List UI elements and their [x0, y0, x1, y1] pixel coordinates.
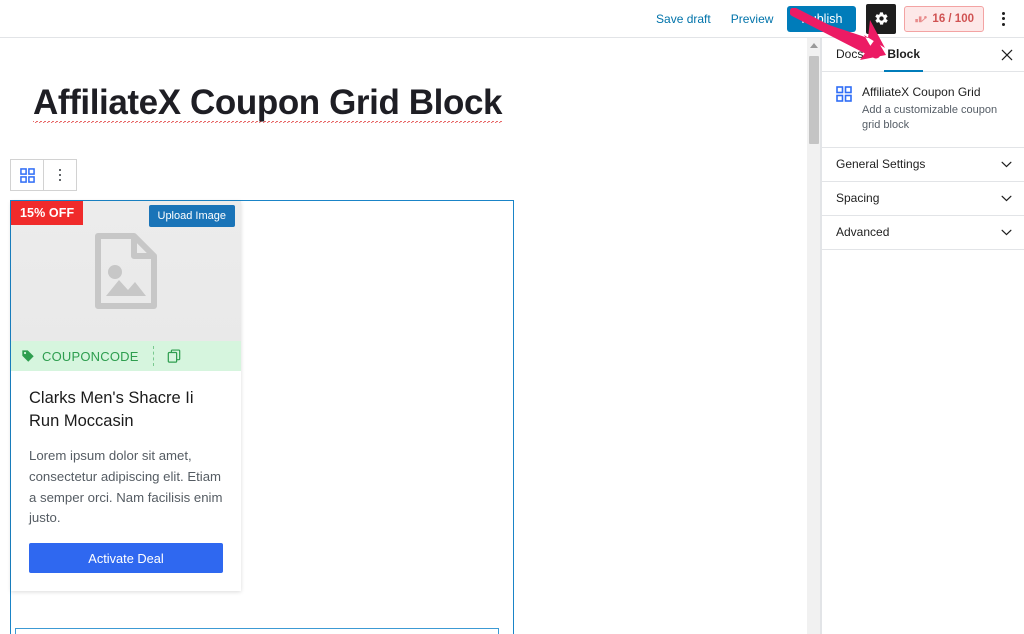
- dot: [58, 168, 62, 172]
- close-icon: [1001, 49, 1013, 61]
- dot: [1001, 11, 1005, 15]
- coupon-card[interactable]: 15% OFF Upload Image COUPONCODE Clarks M…: [11, 201, 241, 591]
- seo-meter-icon: [915, 15, 928, 22]
- tag-icon: [22, 350, 34, 362]
- coupon-card-description[interactable]: Lorem ipsum dolor sit amet, consectetur …: [29, 446, 223, 529]
- discount-badge: 15% OFF: [11, 201, 84, 225]
- coupon-divider: [152, 346, 154, 366]
- block-info-title: AffiliateX Coupon Grid: [862, 85, 981, 99]
- editor-canvas: AffiliateX Coupon Grid Block 15% OFF Upl…: [0, 38, 806, 634]
- chevron-down-icon: [1001, 229, 1012, 236]
- coupon-code-text: COUPONCODE: [42, 348, 139, 364]
- settings-sidebar: Docs Block AffiliateX Coupon Grid Add a …: [821, 38, 1024, 634]
- block-appender[interactable]: [15, 628, 499, 634]
- coupon-card-body: Clarks Men's Shacre Ii Run Moccasin Lore…: [11, 371, 241, 574]
- image-placeholder-icon: [95, 233, 157, 309]
- panel-general-settings[interactable]: General Settings: [822, 148, 1024, 182]
- block-options-button[interactable]: [44, 160, 76, 190]
- panel-spacing-label: Spacing: [836, 191, 880, 206]
- upload-image-button[interactable]: Upload Image: [148, 205, 235, 227]
- dot: [58, 178, 62, 182]
- block-info-card: AffiliateX Coupon Grid Add a customizabl…: [822, 72, 1024, 148]
- coupon-card-title[interactable]: Clarks Men's Shacre Ii Run Moccasin: [29, 387, 223, 434]
- grid-2x2-icon: [19, 167, 35, 183]
- page-title[interactable]: AffiliateX Coupon Grid Block: [33, 83, 502, 123]
- more-options-button[interactable]: [990, 4, 1016, 34]
- block-info-text: AffiliateX Coupon Grid Add a customizabl…: [862, 85, 1012, 133]
- dot: [1001, 17, 1005, 20]
- chevron-down-icon: [1001, 161, 1012, 168]
- sidebar-tabs: Docs Block: [822, 38, 1024, 72]
- seo-score-badge[interactable]: 16 / 100: [904, 5, 984, 32]
- block-toolbar: [10, 159, 77, 191]
- copy-icon[interactable]: [167, 349, 181, 363]
- seo-score-value: 16 / 100: [932, 12, 974, 25]
- save-draft-button[interactable]: Save draft: [646, 0, 721, 38]
- coupon-card-media: 15% OFF Upload Image: [11, 201, 241, 341]
- block-info-description: Add a customizable coupon grid block: [862, 104, 998, 131]
- preview-button[interactable]: Preview: [721, 0, 784, 38]
- activate-deal-button[interactable]: Activate Deal: [29, 543, 223, 574]
- scrollbar-thumb[interactable]: [809, 56, 819, 144]
- gear-icon: [875, 12, 888, 25]
- tab-block[interactable]: Block: [875, 38, 932, 72]
- editor-top-bar: Save draft Preview Publish 16 / 100: [0, 0, 1024, 38]
- coupon-grid-block[interactable]: 15% OFF Upload Image COUPONCODE Clarks M…: [10, 200, 514, 634]
- editor-scrollbar[interactable]: [807, 38, 821, 634]
- dot: [1001, 22, 1005, 26]
- coupon-code-bar[interactable]: COUPONCODE: [11, 341, 241, 371]
- scroll-up-arrow-icon[interactable]: [810, 43, 818, 48]
- settings-gear-button[interactable]: [866, 3, 897, 34]
- grid-2x2-icon: [836, 86, 852, 102]
- chevron-down-icon: [1001, 195, 1012, 202]
- dot: [58, 173, 62, 177]
- panel-advanced-label: Advanced: [836, 225, 890, 240]
- vertical-dots-icon: [58, 168, 62, 182]
- panel-general-settings-label: General Settings: [836, 157, 926, 172]
- panel-advanced[interactable]: Advanced: [822, 216, 1024, 250]
- panel-spacing[interactable]: Spacing: [822, 182, 1024, 216]
- post-title-text: AffiliateX Coupon Grid Block: [33, 83, 503, 123]
- block-type-button[interactable]: [11, 160, 43, 190]
- editor-screen: Save draft Preview Publish 16 / 100 Affi…: [0, 0, 1024, 634]
- close-sidebar-button[interactable]: [998, 46, 1016, 64]
- tab-docs[interactable]: Docs: [824, 38, 875, 71]
- publish-button[interactable]: Publish: [787, 5, 857, 32]
